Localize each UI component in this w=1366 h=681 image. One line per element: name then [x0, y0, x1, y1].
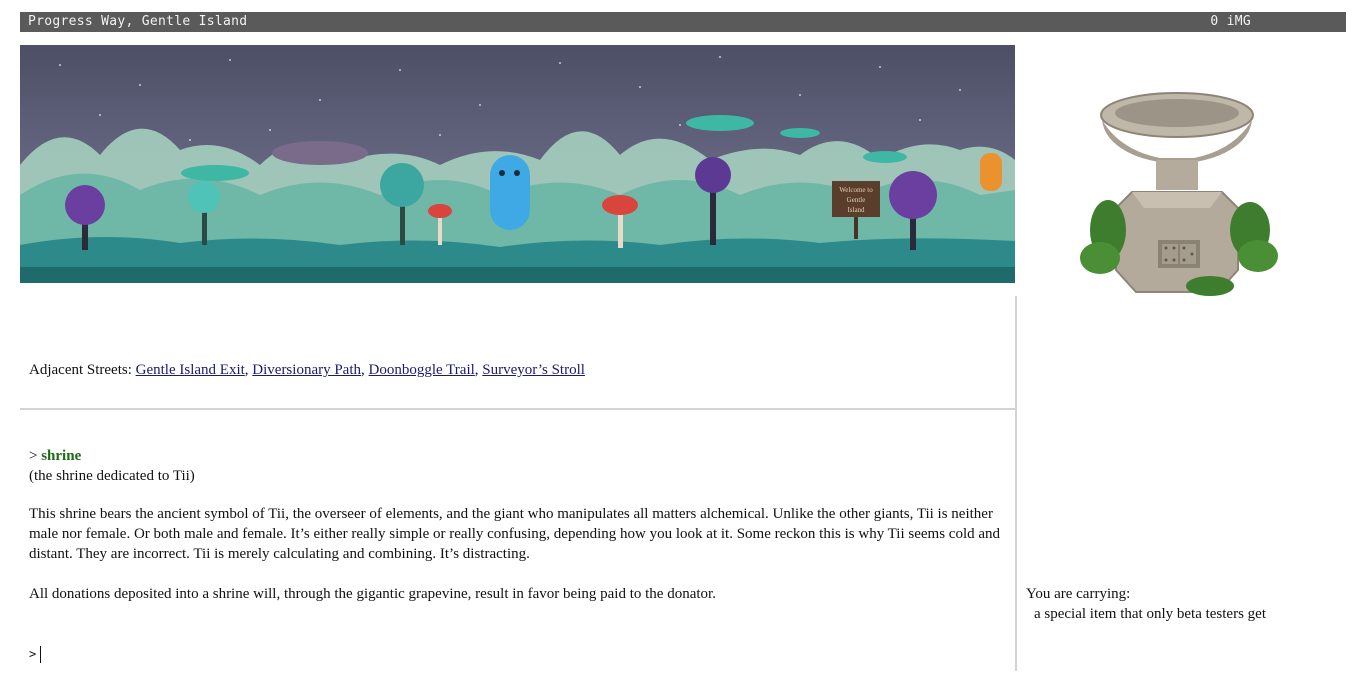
inventory-item[interactable]: a special item that only beta testers ge…: [1026, 604, 1266, 624]
object-description: This shrine bears the ancient symbol of …: [29, 506, 1001, 562]
location-banner-image: Welcome to Gentle Island: [20, 45, 1015, 283]
inventory-panel: You are carrying: a special item that on…: [1026, 584, 1266, 624]
street-link-doonboggle-trail[interactable]: Doonboggle Trail: [369, 362, 475, 378]
location-name: Progress Way, Gentle Island: [28, 14, 248, 29]
echo-command: shrine: [41, 448, 82, 464]
adjacent-streets: Adjacent Streets: Gentle Island Exit, Di…: [29, 362, 585, 378]
inventory-label: You are carrying:: [1026, 586, 1131, 602]
command-prompt[interactable]: >: [29, 644, 1001, 664]
location-bar: Progress Way, Gentle Island 0 iMG: [20, 12, 1346, 32]
adjacent-streets-label: Adjacent Streets:: [29, 362, 132, 378]
command-input[interactable]: [41, 644, 1001, 664]
command-echo: > shrine: [29, 448, 81, 465]
street-link-diversionary-path[interactable]: Diversionary Path: [252, 362, 361, 378]
sidebar-divider: [1015, 296, 1017, 671]
donation-note: All donations deposited into a shrine wi…: [29, 586, 716, 602]
sign-line-2: Gentle: [847, 196, 866, 204]
section-divider: [20, 408, 1015, 410]
currency-balance: 0 iMG: [1210, 14, 1251, 29]
input-prompt-symbol: >: [29, 647, 37, 661]
street-link-surveyors-stroll[interactable]: Surveyor’s Stroll: [482, 362, 585, 378]
shrine-image[interactable]: [1060, 80, 1300, 300]
street-link-gentle-island-exit[interactable]: Gentle Island Exit: [136, 362, 245, 378]
sign-line-3: Island: [847, 206, 865, 214]
echo-prompt-symbol: >: [29, 448, 38, 464]
sign-line-1: Welcome to: [839, 186, 873, 194]
object-subtitle: (the shrine dedicated to Tii): [29, 468, 195, 484]
